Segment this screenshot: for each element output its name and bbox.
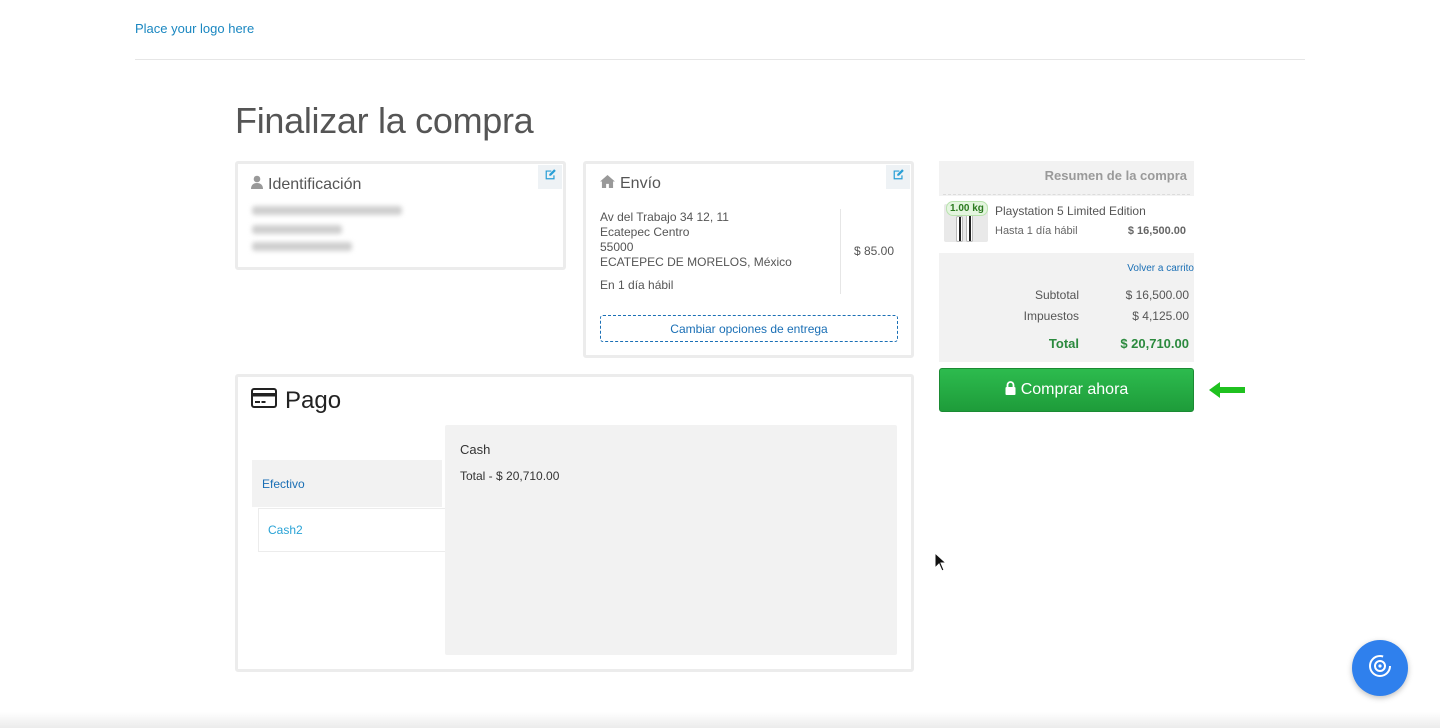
payment-tab-cash2[interactable]: Cash2 [258,508,446,552]
subtotal-label: Subtotal [1034,288,1079,302]
edit-icon [544,168,557,186]
address-line1: Av del Trabajo 34 12, 11 [600,210,729,224]
shipping-edit-button[interactable] [886,165,910,189]
buy-now-label: Comprar ahora [1020,381,1129,398]
change-delivery-button[interactable]: Cambiar opciones de entrega [600,315,898,342]
logo-placeholder-link[interactable]: Place your logo here [135,21,254,36]
payment-card: Pago Efectivo Cash2 Cash Total - $ 20,71… [235,374,914,672]
buy-now-button[interactable]: Comprar ahora [939,368,1194,412]
lock-icon [1005,380,1016,400]
shipping-price: $ 85.00 [853,244,894,258]
mouse-cursor-icon [934,551,948,577]
redacted-email [252,206,402,215]
shipping-title: Envío [600,175,661,193]
item-price: $ 16,500.00 [1127,225,1186,237]
identification-edit-button[interactable] [538,165,562,189]
summary-separator [943,194,1190,195]
item-delivery-time: Hasta 1 día hábil [995,225,1078,237]
floating-help-button[interactable] [1352,640,1408,696]
payment-method-name: Cash [460,442,491,457]
shipping-address: Av del Trabajo 34 12, 11 Ecatepec Centro… [600,210,792,293]
order-summary: Resumen de la compra 1.00 kg Playstation… [939,161,1194,362]
address-city-country: ECATEPEC DE MORELOS, México [600,255,792,269]
tax-label: Impuestos [1023,309,1079,323]
page-title: Finalizar la compra [235,100,534,141]
subtotal-value: $ 16,500.00 [1125,288,1189,302]
total-value: $ 20,710.00 [1120,336,1189,351]
edit-icon [892,168,905,186]
redacted-phone [252,242,352,251]
total-label: Total [1048,336,1079,351]
summary-title: Resumen de la compra [1044,168,1187,183]
shipping-divider [840,209,841,294]
payment-title-text: Pago [285,387,342,414]
tax-value: $ 4,125.00 [1132,309,1189,323]
identification-title: Identificación [251,175,361,194]
payment-total: Total - $ 20,710.00 [460,469,560,483]
identification-title-text: Identificación [268,175,362,193]
item-weight-badge: 1.00 kg [946,201,988,216]
redacted-name [252,225,342,234]
identification-card: Identificación [235,161,566,270]
item-name: Playstation 5 Limited Edition [995,204,1146,218]
shipping-card: Envío Av del Trabajo 34 12, 11 Ecatepec … [583,161,914,358]
home-icon [600,175,615,193]
address-line2: Ecatepec Centro [600,225,690,239]
shipping-title-text: Envío [620,175,661,192]
payment-method-panel: Cash Total - $ 20,710.00 [445,425,897,655]
header-divider [135,59,1305,60]
shipping-eta: En 1 día hábil [600,278,674,292]
payment-tab-efectivo[interactable]: Efectivo [252,460,442,507]
arrow-left-icon [1208,380,1248,405]
user-icon [251,175,263,194]
payment-title: Pago [251,387,341,415]
back-to-cart-link[interactable]: Volver a carrito [1127,263,1194,274]
target-icon [1367,653,1393,684]
bottom-edge-shadow [0,712,1440,728]
address-postal-code: 55000 [600,240,634,254]
credit-card-icon [251,387,277,415]
